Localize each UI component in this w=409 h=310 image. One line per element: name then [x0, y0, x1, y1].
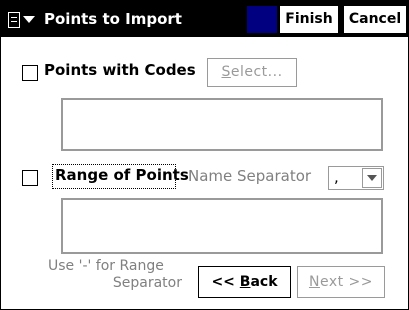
title-accent	[247, 6, 277, 33]
window-title: Points to Import	[44, 10, 182, 28]
finish-button[interactable]: Finish	[279, 5, 339, 34]
name-separator-dropdown[interactable]: ,	[328, 166, 384, 190]
dropdown-arrow-icon[interactable]	[362, 168, 382, 188]
back-mnemonic: B	[239, 274, 251, 290]
next-label-rest: ext >>	[319, 274, 374, 290]
window-menu-icon[interactable]	[8, 8, 42, 31]
title-bar: Points to Import Finish Cancel	[1, 1, 408, 37]
back-button[interactable]: << Back	[198, 266, 291, 298]
select-mnemonic: S	[221, 64, 231, 80]
range-hint: Use '-' for Range Separator	[26, 258, 186, 292]
select-label-rest: elect...	[230, 64, 283, 80]
hint-line-1: Use '-' for Range	[48, 258, 164, 274]
cancel-button[interactable]: Cancel	[343, 5, 407, 34]
next-mnemonic: N	[308, 274, 320, 290]
select-codes-button[interactable]: Select...	[207, 58, 297, 87]
points-with-codes-checkbox[interactable]	[22, 65, 38, 81]
next-button[interactable]: Next >>	[297, 266, 385, 298]
name-separator-label: Name Separator	[188, 167, 312, 185]
range-of-points-label[interactable]: Range of Points	[55, 166, 189, 184]
back-label-rest: ack	[250, 274, 278, 290]
hint-line-2: Separator	[112, 275, 182, 291]
separator-value: ,	[334, 168, 339, 186]
caret-down-icon	[23, 16, 35, 23]
document-icon	[8, 11, 20, 28]
range-of-points-checkbox[interactable]	[22, 170, 38, 186]
codes-input[interactable]	[61, 98, 383, 151]
back-prefix: <<	[211, 274, 240, 290]
points-with-codes-label[interactable]: Points with Codes	[44, 61, 196, 79]
range-input[interactable]	[61, 198, 383, 254]
